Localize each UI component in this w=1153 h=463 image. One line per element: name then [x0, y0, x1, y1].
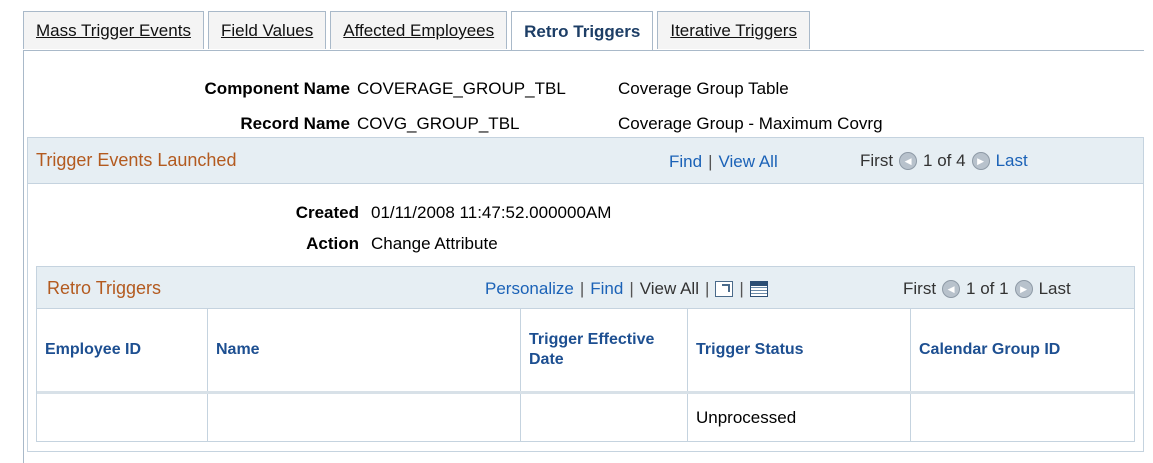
tab-label: Iterative Triggers	[670, 20, 797, 40]
tab-bar: Mass Trigger Events Field Values Affecte…	[23, 11, 814, 51]
trigger-events-title: Trigger Events Launched	[36, 150, 237, 170]
last-link[interactable]: Last	[996, 151, 1028, 171]
separator: |	[739, 279, 744, 298]
tab-label: Retro Triggers	[524, 21, 641, 41]
retro-triggers-table: Employee ID Name Trigger Effective Date …	[37, 309, 1134, 441]
tab-retro-triggers[interactable]: Retro Triggers	[511, 11, 654, 51]
record-name-label: Record Name	[240, 114, 350, 133]
cell-calendar-group-id	[911, 393, 1135, 442]
retro-triggers-pager: First ◀ 1 of 1 ▶ Last	[903, 279, 1071, 299]
component-name-value: COVERAGE_GROUP_TBL	[357, 79, 566, 98]
cell-name	[207, 392, 521, 441]
tab-iterative-triggers[interactable]: Iterative Triggers	[657, 11, 810, 49]
previous-arrow-icon[interactable]: ◀	[899, 152, 918, 170]
view-all-link[interactable]: View All	[719, 152, 778, 172]
tab-mass-trigger-events[interactable]: Mass Trigger Events	[23, 11, 204, 49]
retro-triggers-links: Personalize | Find | View All | |	[485, 279, 768, 299]
row-count: 1 of 4	[923, 151, 966, 170]
tab-label: Affected Employees	[343, 20, 495, 40]
column-header-employee-id[interactable]: Employee ID	[37, 309, 208, 394]
component-description: Coverage Group Table	[618, 79, 789, 98]
row-count: 1 of 1	[966, 279, 1009, 298]
column-header-trigger-status[interactable]: Trigger Status	[687, 309, 911, 394]
view-all-link[interactable]: View All	[640, 279, 699, 299]
table-row: Unprocessed	[37, 392, 1135, 442]
record-description: Coverage Group - Maximum Covrg	[618, 114, 883, 133]
first-label: First	[860, 151, 894, 170]
personalize-link[interactable]: Personalize	[485, 279, 574, 299]
tab-affected-employees[interactable]: Affected Employees	[330, 11, 508, 49]
tab-label: Mass Trigger Events	[36, 20, 191, 40]
separator: |	[708, 152, 713, 171]
created-label: Created	[295, 203, 359, 222]
retro-triggers-title: Retro Triggers	[47, 278, 162, 298]
trigger-events-links: Find | View All	[669, 152, 778, 172]
column-header-trigger-effective-date[interactable]: Trigger Effective Date	[520, 309, 688, 394]
cell-trigger-status: Unprocessed	[687, 392, 911, 441]
find-link[interactable]: Find	[590, 279, 623, 299]
action-value: Change Attribute	[371, 234, 498, 253]
tab-label: Field Values	[220, 20, 314, 40]
trigger-events-header: Trigger Events Launched Find | View All …	[28, 138, 1143, 184]
trigger-events-grid: Trigger Events Launched Find | View All …	[27, 137, 1144, 452]
next-arrow-icon[interactable]: ▶	[971, 152, 990, 170]
column-header-calendar-group-id[interactable]: Calendar Group ID	[910, 309, 1134, 394]
record-name-value: COVG_GROUP_TBL	[357, 114, 520, 133]
previous-arrow-icon[interactable]: ◀	[942, 280, 961, 298]
next-arrow-icon[interactable]: ▶	[1014, 280, 1033, 298]
cell-employee-id	[37, 392, 208, 441]
separator: |	[579, 279, 585, 298]
separator: |	[704, 279, 710, 298]
retro-triggers-header: Retro Triggers Personalize | Find | View…	[37, 267, 1134, 309]
component-name-label: Component Name	[204, 79, 350, 98]
separator: |	[629, 279, 634, 298]
trigger-events-pager: First ◀ 1 of 4 ▶ Last	[860, 151, 1028, 171]
column-header-name[interactable]: Name	[207, 309, 521, 394]
page-frame-border	[23, 50, 24, 463]
tab-divider	[23, 50, 1144, 51]
first-label: First	[903, 279, 937, 298]
table-header-row: Employee ID Name Trigger Effective Date …	[37, 309, 1134, 394]
retro-triggers-grid: Retro Triggers Personalize | Find | View…	[36, 266, 1135, 442]
action-label: Action	[306, 234, 359, 253]
find-link[interactable]: Find	[669, 152, 702, 172]
cell-trigger-effective-date	[520, 392, 688, 441]
last-label: Last	[1038, 279, 1071, 298]
tab-field-values[interactable]: Field Values	[207, 11, 327, 49]
zoom-icon[interactable]	[715, 281, 734, 297]
spreadsheet-icon[interactable]	[749, 281, 768, 297]
created-value: 01/11/2008 11:47:52.000000AM	[371, 203, 612, 222]
